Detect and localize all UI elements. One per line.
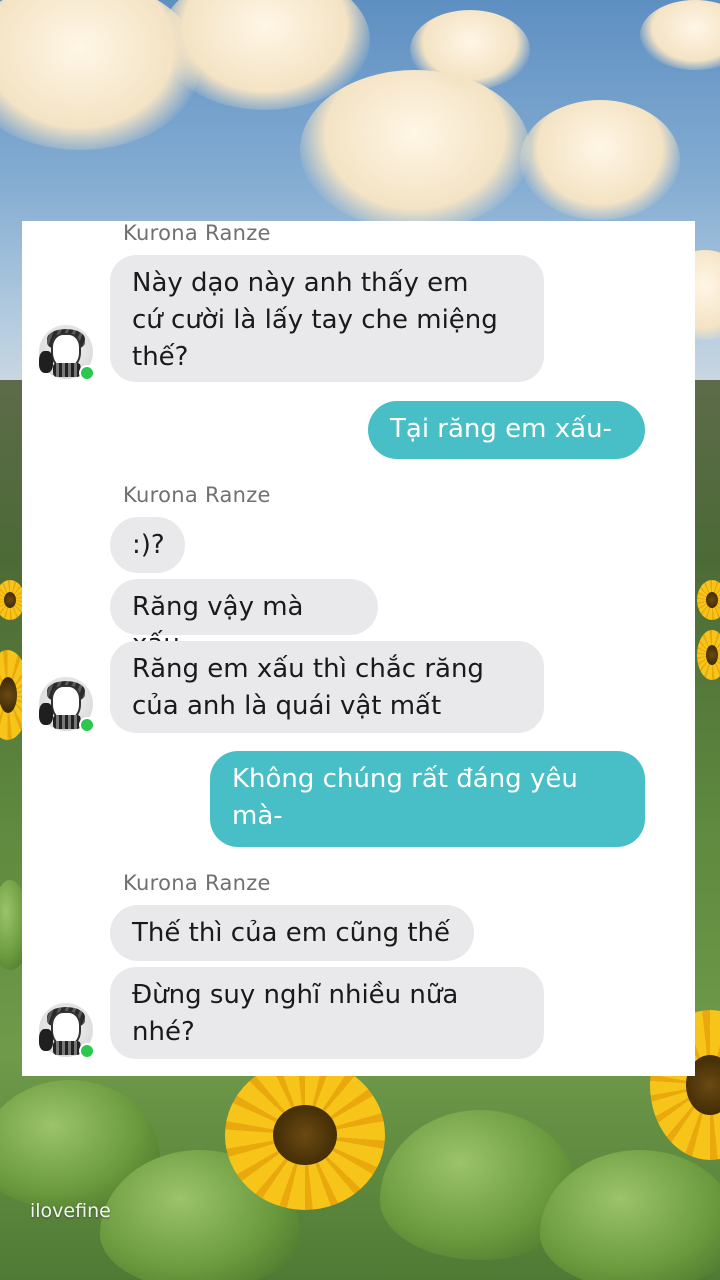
sender-name: Kurona Ranze [123,871,271,895]
message-bubble-outgoing[interactable]: Tại răng em xấu- [368,401,645,459]
online-status-dot [79,1043,95,1059]
online-status-dot [79,717,95,733]
message-text: Không chúng rất đáng yêu [232,764,578,794]
message-text: Này dạo này anh thấy em [132,268,469,298]
chat-panel: Kurona Ranze Này dạo này anh thấy em cứ … [22,221,695,1076]
cloud [520,100,680,220]
message-bubble-incoming[interactable]: Thế thì của em cũng thế [110,905,474,961]
sender-name: Kurona Ranze [123,483,271,507]
sunflower [697,630,720,680]
sender-name: Kurona Ranze [123,221,271,245]
avatar[interactable] [39,677,95,733]
message-bubble-incoming[interactable]: Răng vậy mà xấu [110,579,378,659]
sunflower [697,580,720,620]
avatar[interactable] [39,325,95,381]
message-text: nhé? [132,1017,195,1047]
message-text: mà- [232,801,283,831]
message-text: thế? [132,342,189,372]
cloud [300,70,530,230]
message-text: của anh là quái vật mất [132,691,442,721]
message-bubble-incoming[interactable]: :)? [110,517,185,573]
watermark: ilovefine [30,1200,111,1222]
message-bubble-incoming[interactable]: Đừng suy nghĩ nhiều nữa nhé? [110,967,544,1059]
online-status-dot [79,365,95,381]
message-text: cứ cười là lấy tay che miệng [132,305,498,335]
message-text: :)? [132,530,165,560]
sunflower [225,1060,385,1210]
message-bubble-incoming[interactable]: Răng em xấu thì chắc răng của anh là quá… [110,641,544,733]
cloud [410,10,530,90]
message-text: Răng em xấu thì chắc răng [132,654,484,684]
message-text: Tại răng em xấu- [390,414,612,444]
message-bubble-incoming[interactable]: Này dạo này anh thấy em cứ cười là lấy t… [110,255,544,382]
message-text: Đừng suy nghĩ nhiều nữa [132,980,459,1010]
message-text: Thế thì của em cũng thế [132,918,451,948]
avatar[interactable] [39,1003,95,1059]
message-bubble-outgoing[interactable]: Không chúng rất đáng yêu mà- [210,751,645,847]
